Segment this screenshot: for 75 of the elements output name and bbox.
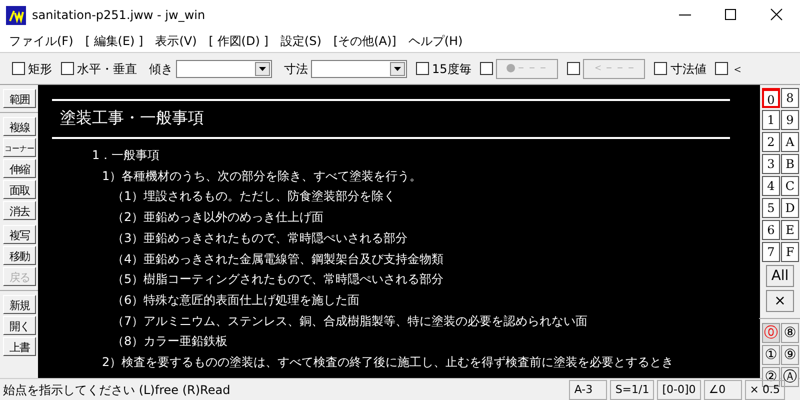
drawing-text: （7）アルミニウム、ステンレス、銅、合成樹脂製等、特に塗装の必要を認められない面 [111,312,589,330]
tool-button[interactable]: 上書 [3,337,36,356]
status-cell: A-3 [569,380,608,400]
layer-action-button[interactable]: All [766,265,794,287]
drawing-text: （8）カラー亜鉛鉄板 [111,333,229,350]
menu-item[interactable]: [その他(A)] [327,30,402,52]
layer-action-button[interactable]: × [766,290,794,312]
checkbox[interactable] [654,62,668,75]
tool-button[interactable]: 面取 [3,180,36,199]
window-title: sanitation-p251.jww - jw_win [32,7,206,24]
drawing-text: （5）樹脂コーティングされたもので、常時隠ぺいされる部分 [111,271,445,288]
status-cell: [0-0]0 [657,380,701,400]
menu-item[interactable]: 表示(V) [149,30,203,52]
tool-button[interactable]: 消去 [3,201,36,220]
checkbox[interactable] [715,62,728,75]
dropdown-field[interactable] [176,60,272,78]
layer-button[interactable]: A [781,132,799,152]
layer-button[interactable]: 2 [762,132,780,152]
status-cell: S=1/1 [610,380,654,400]
layer-button[interactable]: 8 [781,88,799,108]
tool-button[interactable]: 移動 [3,246,36,265]
checkbox-label: ＜ [731,60,744,78]
layer-button[interactable]: 6 [762,220,780,240]
drawing-heading: 塗装工事・一般事項 [59,107,205,129]
tool-button[interactable]: 新規 [3,295,36,314]
tool-button[interactable]: 複写 [3,225,36,244]
menu-item[interactable]: [ 編集(E) ] [79,30,150,52]
dropdown-field[interactable] [311,60,407,78]
layer-button[interactable]: 5 [762,198,780,218]
layer-group-button[interactable]: ⑨ [781,345,799,365]
layer-button[interactable]: 4 [762,176,780,196]
app-logo-icon [6,6,26,24]
caret-icon [394,66,401,70]
checkbox-label: 15度毎 [432,60,472,78]
layer-button[interactable]: B [781,154,799,174]
layer-button[interactable]: F [781,242,799,262]
layer-group-button[interactable]: ⑧ [781,323,799,343]
drawing-text: 2）検査を要するものの塗装は、すべて検査の終了後に施工し、止むを得ず検査前に塗装を必要とするとき [101,354,675,372]
caret-icon [259,66,266,70]
menu-item[interactable]: [ 作図(D) ] [202,30,274,52]
layer-group-button[interactable]: ① [762,345,780,365]
field-label: 傾き [149,60,173,78]
layer-button[interactable]: E [781,220,799,240]
layer-button[interactable]: 0 [762,88,780,108]
drawing-text: 1．一般事項 [91,147,161,164]
tool-button[interactable]: 複線 [3,117,36,136]
checkbox-label: 寸法値 [670,60,706,78]
drawing-text: （3）亜鉛めっきされたもので、常時隠ぺいされる部分 [111,230,409,247]
layer-button[interactable]: D [781,198,799,218]
layer-button[interactable]: 3 [762,154,780,174]
checkbox[interactable] [12,62,25,75]
tool-button[interactable]: 伸縮 [3,159,36,178]
checkbox-label: 水平・垂直 [77,60,137,78]
layer-group-button[interactable]: Ⓐ [781,367,799,387]
checkbox[interactable] [61,62,74,75]
status-cell: × 0.5 [744,380,785,400]
checkbox[interactable] [416,62,429,75]
layer-button[interactable]: 9 [781,110,799,130]
layer-button[interactable]: C [781,176,799,196]
status-cell: ∠0 [704,380,742,400]
drawing-text: （2）亜鉛めっき以外のめっき仕上げ面 [111,209,325,226]
drawing-text: （4）亜鉛めっきされた金属電線管、鋼製架台及び支持金物類 [111,250,445,268]
checkbox-label: 矩形 [28,60,52,78]
layer-button[interactable]: 7 [762,242,780,262]
layer-button[interactable]: 1 [762,110,780,130]
tool-button[interactable]: 範囲 [3,89,36,108]
menu-item[interactable]: ヘルプ(H) [402,30,469,52]
drawing-text: （1）埋設されるもの。ただし、防食塗装部分を除く [111,188,397,206]
drawing-text: （6）特殊な意匠的表面仕上げ処理を施した面 [111,292,361,309]
menu-item[interactable]: 設定(S) [274,30,328,52]
tool-button[interactable]: 開く [3,316,36,335]
status-message: 始点を指示してください (L)free (R)Read [3,382,232,398]
field-label: 寸法 [284,60,308,78]
menu-item[interactable]: ファイル(F) [3,30,80,52]
drawing-text: 1）各種機材のうち、次の部分を除き、すべて塗装を行う。 [101,168,423,185]
